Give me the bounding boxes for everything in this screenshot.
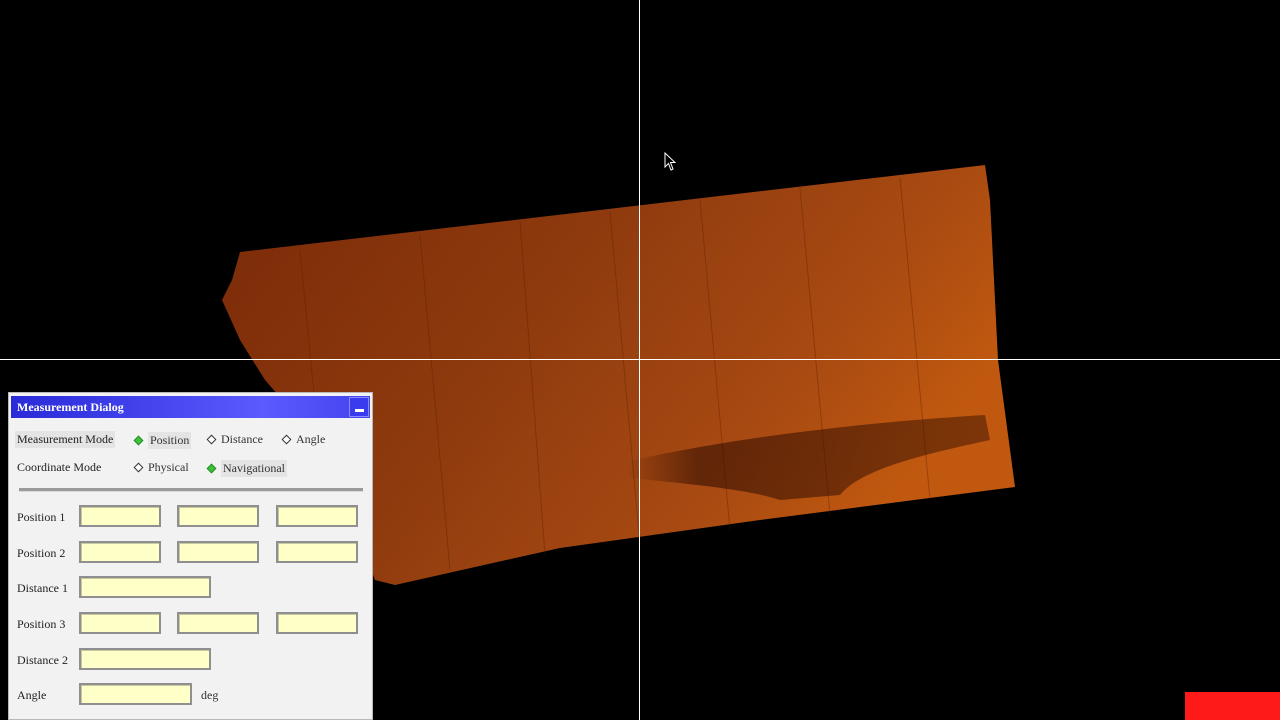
position-1-label: Position 1 <box>17 510 66 524</box>
radio-angle[interactable]: Angle <box>281 432 325 447</box>
position-2-y-field[interactable] <box>177 541 259 563</box>
radio-distance[interactable]: Distance <box>206 432 263 447</box>
radio-navigational[interactable]: Navigational <box>206 460 287 477</box>
crosshair-horizontal <box>0 359 1280 360</box>
position-1-z-field[interactable] <box>276 505 358 527</box>
distance-2-field[interactable] <box>79 648 211 670</box>
radio-position[interactable]: Position <box>133 432 192 449</box>
radio-unselected-icon <box>133 462 144 473</box>
radio-selected-icon <box>133 435 144 446</box>
mouse-cursor-icon <box>664 152 677 171</box>
position-3-z-field[interactable] <box>276 612 358 634</box>
distance-2-label: Distance 2 <box>17 653 68 667</box>
angle-label: Angle <box>17 688 47 702</box>
position-1-y-field[interactable] <box>177 505 259 527</box>
position-1-x-field[interactable] <box>79 505 161 527</box>
measurement-dialog: Measurement Dialog Measurement Mode Posi… <box>8 392 373 720</box>
position-2-label: Position 2 <box>17 546 66 560</box>
measurement-mode-label: Measurement Mode <box>15 431 116 448</box>
status-indicator <box>1185 692 1280 720</box>
coordinate-mode-label: Coordinate Mode <box>17 460 102 474</box>
radio-selected-icon <box>206 463 217 474</box>
radio-unselected-icon <box>206 434 217 445</box>
position-3-y-field[interactable] <box>177 612 259 634</box>
dialog-titlebar[interactable]: Measurement Dialog <box>11 396 370 418</box>
radio-unselected-icon <box>281 434 292 445</box>
radio-physical[interactable]: Physical <box>133 460 189 475</box>
position-2-x-field[interactable] <box>79 541 161 563</box>
minimize-button[interactable] <box>349 397 369 417</box>
angle-unit-label: deg <box>201 688 219 702</box>
angle-field[interactable] <box>79 683 192 705</box>
separator <box>19 488 363 492</box>
crosshair-vertical <box>639 0 640 720</box>
position-3-x-field[interactable] <box>79 612 161 634</box>
position-2-z-field[interactable] <box>276 541 358 563</box>
minimize-icon <box>355 409 364 412</box>
position-3-label: Position 3 <box>17 617 66 631</box>
distance-1-field[interactable] <box>79 576 211 598</box>
distance-1-label: Distance 1 <box>17 581 68 595</box>
dialog-title: Measurement Dialog <box>17 400 124 414</box>
